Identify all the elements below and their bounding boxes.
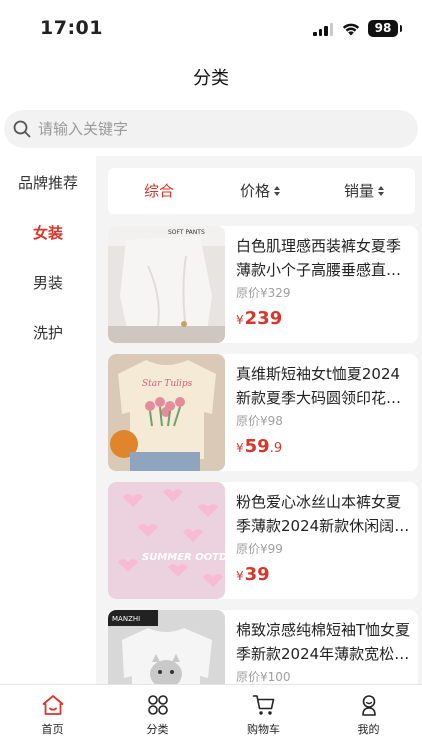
product-price: ¥39 xyxy=(236,564,270,585)
product-image-text: SUMMER OOTD xyxy=(142,552,225,563)
tab-cart-label: 购物车 xyxy=(247,723,280,736)
search-icon xyxy=(13,120,31,138)
tab-home[interactable]: 首页 xyxy=(0,685,105,750)
product-title: 白色肌理感西装裤女夏季薄款小个子高腰垂感直筒裤 xyxy=(236,237,402,279)
price-currency: ¥ xyxy=(236,441,244,455)
sort-sales[interactable]: 销量 xyxy=(344,168,385,214)
tab-home-label: 首页 xyxy=(41,723,64,736)
product-image: MANZHI xyxy=(108,610,225,684)
product-image: Star Tulips xyxy=(108,354,225,471)
cellular-signal-icon xyxy=(313,23,333,36)
product-card[interactable]: SOFT PANTS 白色肌理感西装裤女夏季薄款小个子高腰垂感直筒裤 原价¥32… xyxy=(108,226,418,343)
battery-icon: 98 xyxy=(368,20,402,37)
cart-icon xyxy=(252,695,275,715)
tab-profile[interactable]: 我的 xyxy=(316,685,421,750)
category-body: 品牌推荐 女装 男装 洗护 综合 价格 销量 SOFT PANTS 白色肌理感西… xyxy=(0,156,422,684)
sort-price[interactable]: 价格 xyxy=(240,168,281,214)
product-panel: 综合 价格 销量 SOFT PANTS 白色肌理感西装裤女夏季薄款小个子高腰垂感… xyxy=(96,156,422,684)
sidebar-item-brand[interactable]: 品牌推荐 xyxy=(0,158,96,208)
status-bar: 17:01 98 xyxy=(0,0,422,56)
home-icon xyxy=(42,695,64,715)
product-price: ¥239 xyxy=(236,308,282,329)
bottom-tab-bar: 首页 分类 购物车 我的 xyxy=(0,684,422,750)
search-input[interactable] xyxy=(38,110,398,148)
category-sidebar: 品牌推荐 女装 男装 洗护 xyxy=(0,156,96,684)
price-currency: ¥ xyxy=(236,313,244,327)
sort-arrows-icon xyxy=(274,185,281,196)
sort-bar: 综合 价格 销量 xyxy=(108,168,415,214)
sort-comprehensive[interactable]: 综合 xyxy=(144,168,174,214)
product-card[interactable]: Star Tulips 真维斯短袖女t恤夏2024新款夏季大码圆领印花上衣 原价… xyxy=(108,354,418,471)
sort-sales-label: 销量 xyxy=(344,182,375,200)
battery-level: 98 xyxy=(374,21,392,35)
price-integer: 39 xyxy=(244,564,270,585)
sort-comprehensive-label: 综合 xyxy=(144,182,175,200)
status-time: 17:01 xyxy=(40,17,103,39)
sidebar-item-mens[interactable]: 男装 xyxy=(0,258,96,308)
price-decimal: .9 xyxy=(269,441,283,456)
search-bar[interactable] xyxy=(4,110,418,148)
sort-arrows-icon xyxy=(378,185,385,196)
product-title: 真维斯短袖女t恤夏2024新款夏季大码圆领印花上衣 xyxy=(236,365,402,407)
product-card[interactable]: SUMMER OOTD 粉色爱心冰丝山本裤女夏季薄款2024新款休闲阔腿裤 原价… xyxy=(108,482,418,599)
product-image-text: Star Tulips xyxy=(142,379,193,389)
product-title: 粉色爱心冰丝山本裤女夏季薄款2024新款休闲阔腿裤 xyxy=(236,493,410,535)
profile-icon xyxy=(362,695,376,716)
tab-category[interactable]: 分类 xyxy=(105,685,210,750)
product-image-text: MANZHI xyxy=(112,615,140,623)
tab-category-label: 分类 xyxy=(146,723,169,736)
category-icon xyxy=(148,695,168,715)
price-integer: 239 xyxy=(244,308,283,329)
product-image-text: SOFT PANTS xyxy=(168,229,205,236)
sidebar-item-womens[interactable]: 女装 xyxy=(0,208,96,258)
product-original-price: 原价¥99 xyxy=(236,542,283,556)
product-title: 棉致凉感纯棉短袖T恤女夏季新款2024年薄款宽松上衣 xyxy=(236,621,411,663)
sort-price-label: 价格 xyxy=(240,182,271,200)
wifi-icon xyxy=(342,23,360,36)
product-original-price: 原价¥329 xyxy=(236,286,291,300)
product-card[interactable]: MANZHI 棉致凉感纯棉短袖T恤女夏季新款2024年薄款宽松上衣 原价¥100 xyxy=(108,610,418,684)
sidebar-item-care[interactable]: 洗护 xyxy=(0,308,96,358)
tab-profile-label: 我的 xyxy=(357,723,380,736)
product-original-price: 原价¥98 xyxy=(236,414,283,428)
product-price: ¥59.9 xyxy=(236,436,282,457)
page-title: 分类 xyxy=(193,68,229,89)
price-currency: ¥ xyxy=(236,569,244,583)
price-integer: 59 xyxy=(244,436,270,457)
product-original-price: 原价¥100 xyxy=(236,670,291,684)
product-image: SOFT PANTS xyxy=(108,226,225,343)
product-image: SUMMER OOTD xyxy=(108,482,225,599)
tab-cart[interactable]: 购物车 xyxy=(211,685,316,750)
